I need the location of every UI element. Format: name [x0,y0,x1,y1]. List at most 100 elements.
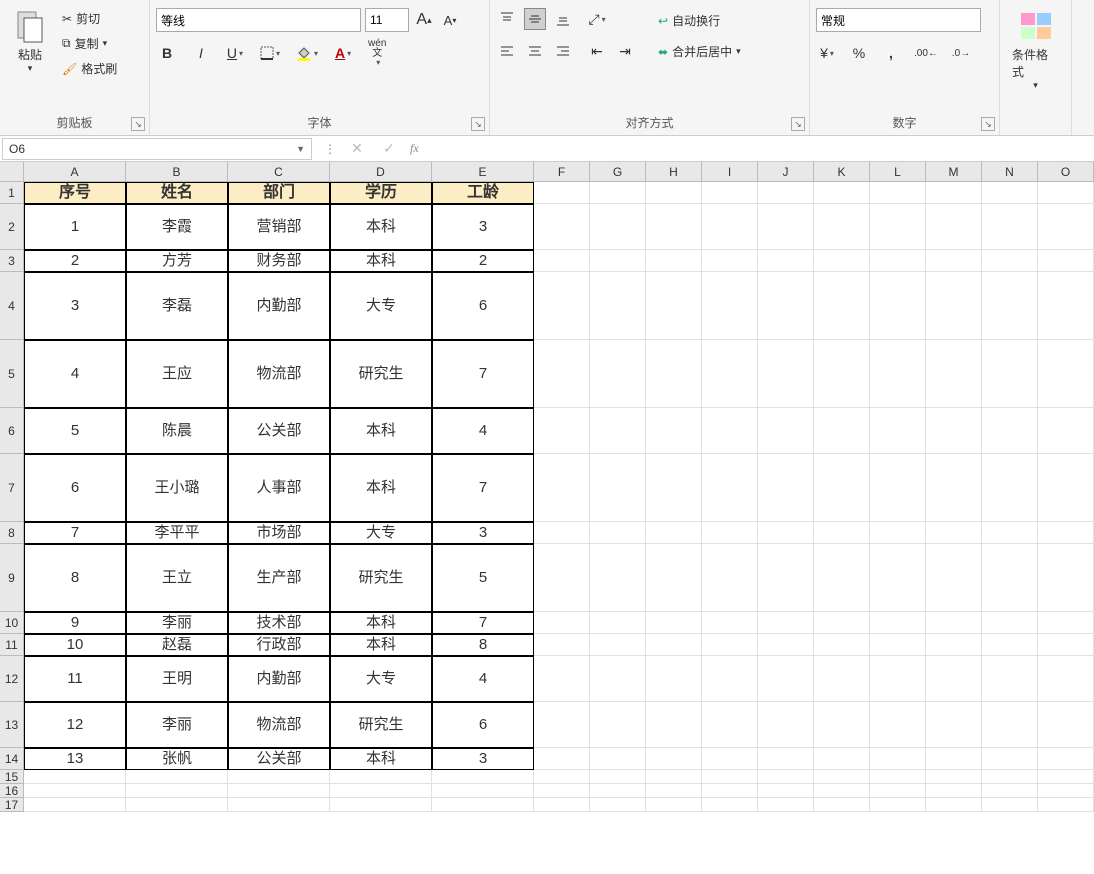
data-cell[interactable]: 大专 [330,522,432,544]
data-cell[interactable] [814,204,870,250]
data-cell[interactable] [590,250,646,272]
data-cell[interactable] [926,340,982,408]
data-cell[interactable] [534,634,590,656]
accept-formula-button[interactable]: ✓ [378,138,400,160]
data-cell[interactable]: 8 [24,544,126,612]
empty-cell[interactable] [432,784,534,798]
data-cell[interactable] [926,702,982,748]
format-painter-button[interactable]: 🖌 格式刷 [58,58,121,79]
increase-indent-button[interactable]: ⇥ [614,40,636,62]
data-cell[interactable] [590,454,646,522]
data-cell[interactable] [1038,748,1094,770]
data-cell[interactable] [534,522,590,544]
empty-cell[interactable] [646,770,702,784]
data-cell[interactable]: 13 [24,748,126,770]
data-cell[interactable] [814,544,870,612]
name-box[interactable]: O6 ▼ [2,138,312,160]
data-cell[interactable] [982,340,1038,408]
header-cell[interactable] [814,182,870,204]
data-cell[interactable]: 2 [24,250,126,272]
data-cell[interactable] [646,340,702,408]
data-cell[interactable] [1038,522,1094,544]
data-cell[interactable] [814,272,870,340]
data-cell[interactable] [926,454,982,522]
data-cell[interactable]: 赵磊 [126,634,228,656]
data-cell[interactable] [590,634,646,656]
empty-cell[interactable] [228,784,330,798]
empty-cell[interactable] [590,770,646,784]
empty-cell[interactable] [228,798,330,812]
data-cell[interactable]: 3 [432,204,534,250]
data-cell[interactable] [758,204,814,250]
data-cell[interactable] [758,272,814,340]
data-cell[interactable] [1038,702,1094,748]
empty-cell[interactable] [926,784,982,798]
data-cell[interactable]: 李平平 [126,522,228,544]
row-header[interactable]: 2 [0,204,24,250]
empty-cell[interactable] [330,784,432,798]
font-dialog-launcher[interactable]: ↘ [471,117,485,131]
data-cell[interactable]: 6 [24,454,126,522]
data-cell[interactable] [702,748,758,770]
empty-cell[interactable] [982,784,1038,798]
header-cell[interactable] [926,182,982,204]
data-cell[interactable]: 市场部 [228,522,330,544]
data-cell[interactable] [758,656,814,702]
data-cell[interactable]: 4 [432,408,534,454]
row-header[interactable]: 9 [0,544,24,612]
data-cell[interactable] [870,272,926,340]
data-cell[interactable]: 行政部 [228,634,330,656]
data-cell[interactable] [982,748,1038,770]
column-header[interactable]: M [926,162,982,182]
data-cell[interactable] [758,748,814,770]
data-cell[interactable]: 3 [432,522,534,544]
data-cell[interactable] [982,544,1038,612]
data-cell[interactable] [590,612,646,634]
data-cell[interactable]: 李霞 [126,204,228,250]
data-cell[interactable]: 5 [24,408,126,454]
column-header[interactable]: O [1038,162,1094,182]
empty-cell[interactable] [814,784,870,798]
data-cell[interactable]: 9 [24,612,126,634]
data-cell[interactable] [758,408,814,454]
data-cell[interactable]: 研究生 [330,340,432,408]
data-cell[interactable] [982,702,1038,748]
header-cell[interactable] [534,182,590,204]
comma-button[interactable]: , [880,42,902,64]
row-header[interactable]: 7 [0,454,24,522]
data-cell[interactable]: 2 [432,250,534,272]
data-cell[interactable] [870,250,926,272]
data-cell[interactable]: 本科 [330,634,432,656]
data-cell[interactable] [590,702,646,748]
align-center-button[interactable] [524,40,546,62]
data-cell[interactable] [1038,272,1094,340]
data-cell[interactable] [758,612,814,634]
data-cell[interactable] [758,544,814,612]
data-cell[interactable] [982,612,1038,634]
data-cell[interactable]: 生产部 [228,544,330,612]
data-cell[interactable] [646,204,702,250]
empty-cell[interactable] [814,798,870,812]
row-header[interactable]: 3 [0,250,24,272]
data-cell[interactable]: 内勤部 [228,272,330,340]
empty-cell[interactable] [758,798,814,812]
data-cell[interactable] [646,522,702,544]
empty-cell[interactable] [702,784,758,798]
data-cell[interactable] [758,340,814,408]
header-cell[interactable] [870,182,926,204]
empty-cell[interactable] [702,770,758,784]
empty-cell[interactable] [534,770,590,784]
row-header[interactable]: 4 [0,272,24,340]
data-cell[interactable]: 李丽 [126,702,228,748]
data-cell[interactable]: 公关部 [228,748,330,770]
data-cell[interactable] [534,250,590,272]
empty-cell[interactable] [432,770,534,784]
data-cell[interactable]: 公关部 [228,408,330,454]
data-cell[interactable] [814,702,870,748]
data-cell[interactable] [926,272,982,340]
conditional-format-button[interactable]: 条件格式 ▾ [1006,4,1065,93]
empty-cell[interactable] [646,798,702,812]
wrap-text-button[interactable]: ↩ 自动换行 [654,10,745,31]
data-cell[interactable] [646,702,702,748]
data-cell[interactable] [534,544,590,612]
